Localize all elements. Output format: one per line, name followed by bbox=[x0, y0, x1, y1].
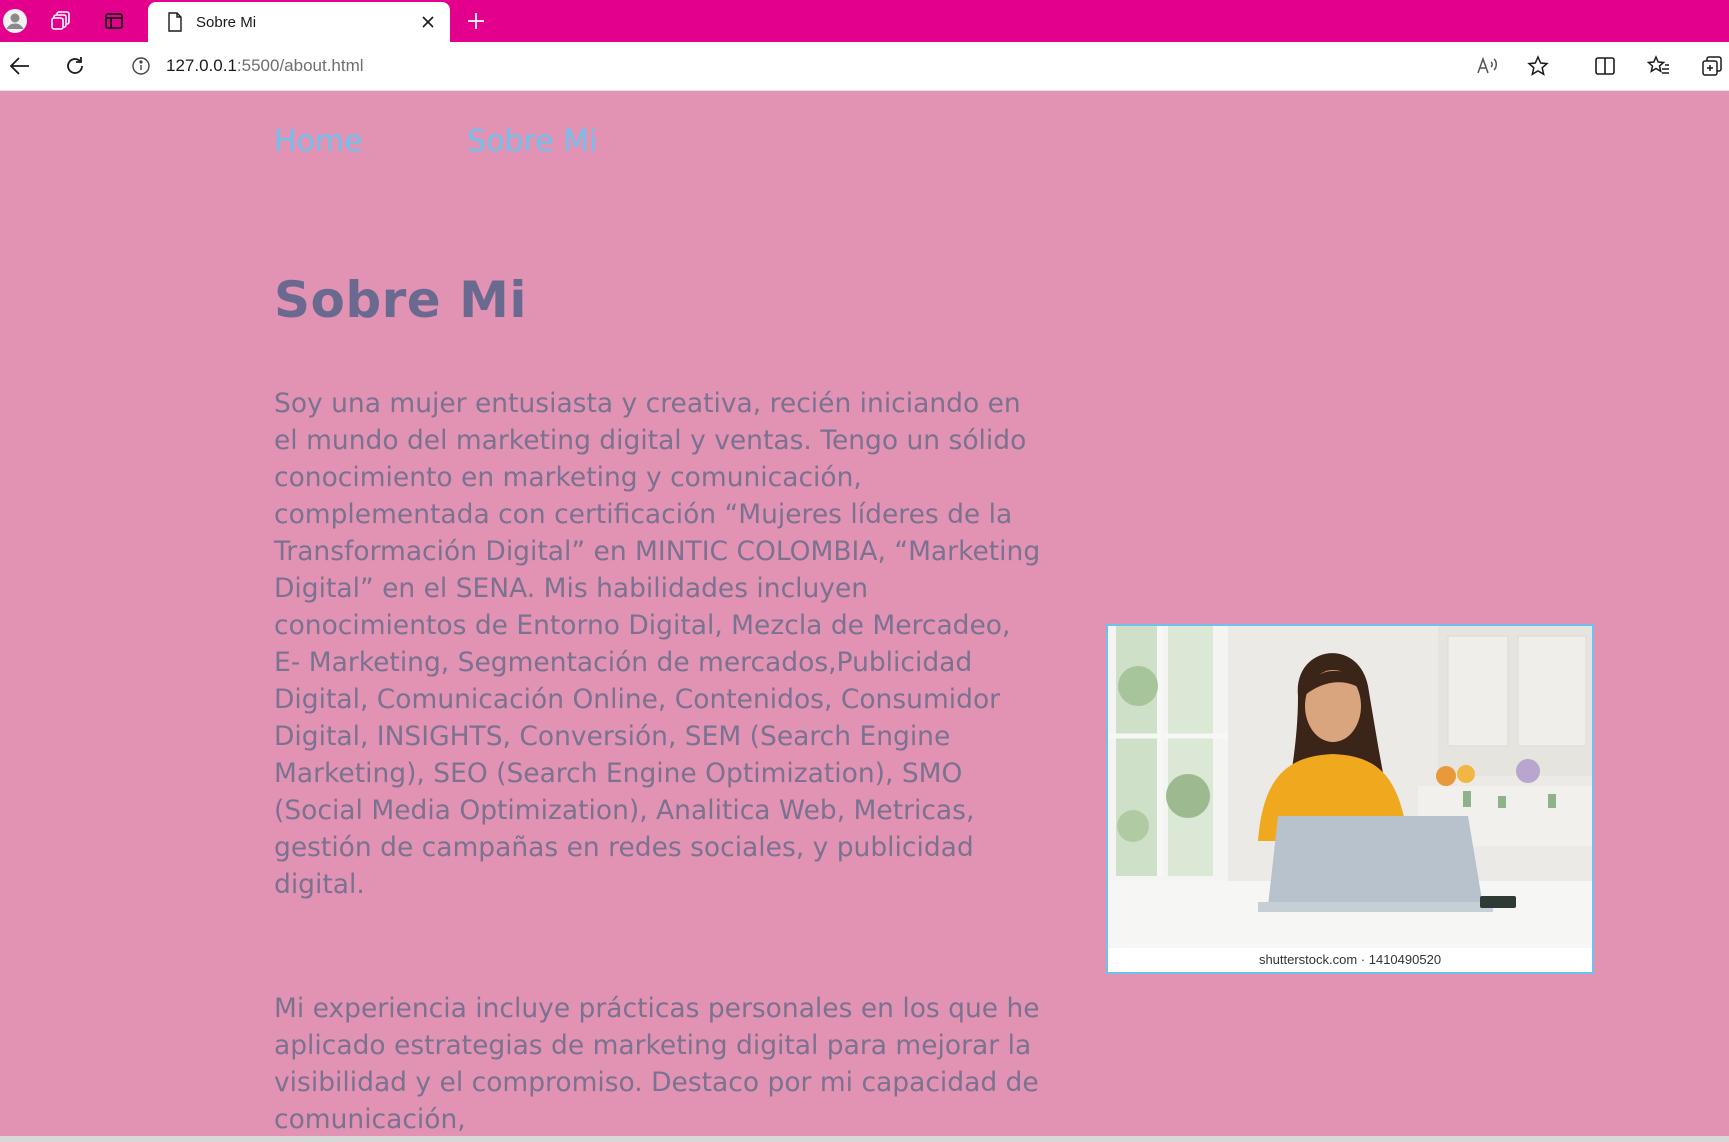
plus-icon[interactable] bbox=[461, 6, 491, 36]
split-screen-icon[interactable] bbox=[1589, 50, 1621, 82]
address-bar[interactable]: 127.0.0.1:5500/about.html bbox=[110, 48, 1570, 84]
about-paragraph-1: Soy una mujer entusiasta y creativa, rec… bbox=[274, 388, 1041, 900]
tab-title: Sobre Mi bbox=[196, 13, 257, 31]
tab-bar: Sobre Mi bbox=[0, 0, 1729, 42]
horizontal-scrollbar[interactable] bbox=[0, 1136, 1729, 1142]
page-title: Sobre Mi bbox=[274, 271, 528, 329]
info-icon[interactable] bbox=[130, 55, 152, 77]
nav-link-sobre-mi[interactable]: Sobre Mi bbox=[467, 124, 597, 159]
url-host: 127.0.0.1 bbox=[166, 56, 237, 75]
profile-icon[interactable] bbox=[0, 6, 30, 36]
close-icon[interactable] bbox=[414, 8, 442, 36]
workspaces-icon[interactable] bbox=[47, 6, 77, 36]
nav-link-home[interactable]: Home bbox=[274, 124, 363, 159]
back-arrow-icon[interactable] bbox=[4, 50, 36, 82]
read-aloud-icon[interactable] bbox=[1472, 50, 1504, 82]
refresh-icon[interactable] bbox=[59, 50, 91, 82]
favorites-icon[interactable] bbox=[1643, 50, 1675, 82]
url-text: 127.0.0.1:5500/about.html bbox=[166, 56, 364, 76]
page-icon bbox=[164, 11, 186, 33]
page-content: Home Sobre Mi Sobre Mi Soy una mujer ent… bbox=[0, 91, 1729, 1136]
url-path: :5500/about.html bbox=[236, 56, 364, 75]
profile-photo: shutterstock.com · 1410490520 bbox=[1106, 624, 1594, 974]
photo-caption: shutterstock.com · 1410490520 bbox=[1108, 948, 1592, 972]
tab-actions-icon[interactable] bbox=[99, 6, 129, 36]
star-icon[interactable] bbox=[1522, 50, 1554, 82]
active-tab[interactable]: Sobre Mi bbox=[148, 2, 450, 42]
collections-icon[interactable] bbox=[1697, 50, 1729, 82]
about-paragraph-2: Mi experiencia incluye prácticas persona… bbox=[274, 993, 1040, 1135]
woman-with-laptop-image bbox=[1108, 626, 1592, 948]
address-toolbar: 127.0.0.1:5500/about.html bbox=[0, 42, 1729, 91]
